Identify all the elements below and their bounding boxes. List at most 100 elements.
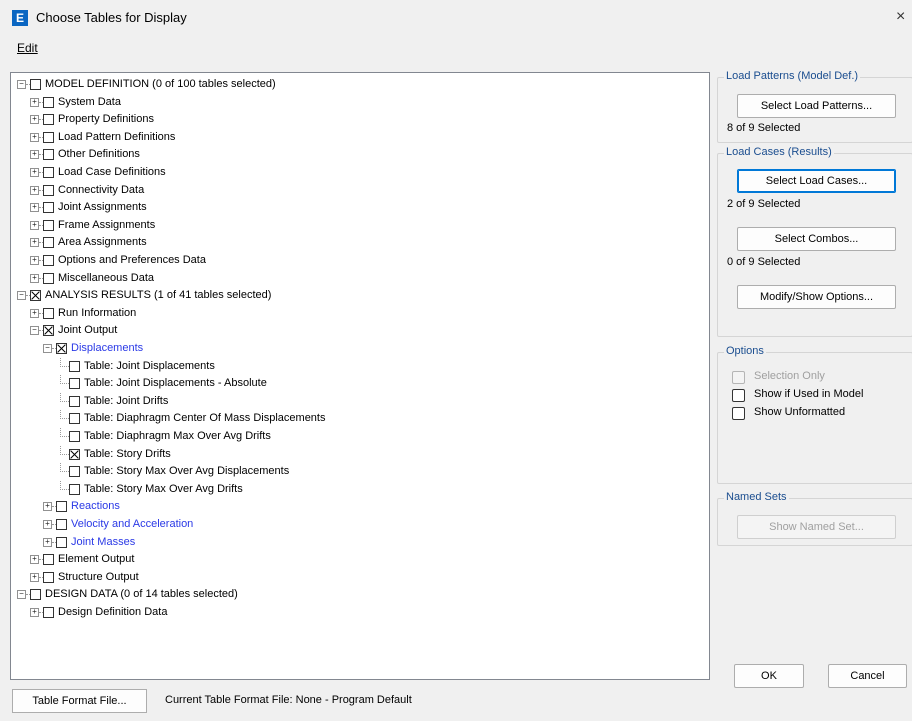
expand-icon[interactable]: + — [30, 185, 39, 195]
tree-node[interactable]: + Joint Assignments — [11, 199, 701, 216]
close-icon[interactable]: × — [896, 8, 905, 26]
modify-show-options-button[interactable]: Modify/Show Options... — [737, 285, 896, 309]
tree-checkbox[interactable] — [43, 325, 54, 337]
tree-checkbox[interactable] — [43, 167, 54, 178]
tree-checkbox[interactable] — [43, 255, 54, 266]
expand-icon[interactable]: + — [30, 273, 39, 283]
tree-node-label: ANALYSIS RESULTS (1 of 41 tables selecte… — [45, 289, 272, 302]
tree-node[interactable]: + Load Case Definitions — [11, 164, 701, 181]
collapse-icon[interactable]: − — [17, 80, 26, 89]
tree-node[interactable]: + Joint Masses — [11, 534, 701, 551]
expand-icon[interactable]: + — [30, 115, 39, 125]
tree-checkbox[interactable] — [69, 360, 80, 372]
tree-node[interactable]: + Structure Output — [11, 569, 701, 586]
tree-node[interactable]: + Options and Preferences Data — [11, 252, 701, 269]
tree-checkbox[interactable] — [43, 131, 54, 143]
expand-icon[interactable]: + — [43, 520, 52, 529]
expand-icon[interactable]: + — [30, 308, 39, 318]
tree-checkbox[interactable] — [56, 519, 67, 530]
tree-node[interactable]: Table: Joint Drifts — [11, 392, 701, 410]
ok-button[interactable]: OK — [734, 664, 804, 688]
collapse-icon[interactable]: − — [17, 590, 26, 600]
tree-node[interactable]: + Frame Assignments — [11, 217, 701, 234]
tree-checkbox[interactable] — [69, 395, 80, 407]
tree-checkbox[interactable] — [43, 184, 54, 196]
tree-checkbox[interactable] — [30, 589, 41, 601]
tree-checkbox[interactable] — [43, 202, 54, 214]
tree-node[interactable]: + Property Definitions — [11, 111, 701, 128]
tree-node[interactable]: + Area Assignments — [11, 234, 701, 251]
table-tree[interactable]: − MODEL DEFINITION (0 of 100 tables selec… — [10, 72, 710, 680]
tree-node[interactable]: + Other Definitions — [11, 146, 701, 163]
collapse-icon[interactable]: − — [30, 326, 39, 336]
tree-checkbox[interactable] — [43, 554, 54, 566]
tree-node[interactable]: Table: Story Max Over Avg Drifts — [11, 480, 701, 498]
tree-node[interactable]: − Joint Output — [11, 322, 701, 339]
tree-checkbox[interactable] — [43, 272, 54, 284]
tree-checkbox[interactable] — [69, 378, 80, 390]
select-load-patterns-button[interactable]: Select Load Patterns... — [737, 94, 896, 118]
tree-checkbox[interactable] — [69, 413, 80, 425]
tree-checkbox[interactable] — [43, 114, 54, 126]
tree-node[interactable]: Table: Joint Displacements - Absolute — [11, 375, 701, 392]
tree-checkbox[interactable] — [56, 536, 67, 548]
tree-node[interactable]: − Displacements — [11, 340, 701, 357]
expand-icon[interactable]: + — [30, 150, 39, 160]
tree-checkbox[interactable] — [30, 79, 41, 90]
tree-checkbox[interactable] — [56, 343, 67, 354]
table-format-file-button[interactable]: Table Format File... — [12, 689, 147, 713]
tree-node[interactable]: + Miscellaneous Data — [11, 270, 701, 287]
tree-node[interactable]: Table: Story Max Over Avg Displacements — [11, 463, 701, 480]
expand-icon[interactable]: + — [30, 256, 39, 265]
tree-connector — [60, 463, 61, 473]
cancel-button[interactable]: Cancel — [828, 664, 907, 688]
tree-checkbox[interactable] — [43, 607, 54, 618]
tree-node[interactable]: Table: Story Drifts — [11, 445, 701, 463]
tree-checkbox[interactable] — [56, 501, 67, 513]
expand-icon[interactable]: + — [30, 608, 39, 617]
expand-icon[interactable]: + — [30, 572, 39, 582]
expand-icon[interactable]: + — [30, 238, 39, 248]
expand-icon[interactable]: + — [30, 97, 39, 107]
tree-node[interactable]: + Run Information — [11, 305, 701, 322]
tree-checkbox[interactable] — [43, 237, 54, 249]
tree-node[interactable]: Table: Joint Displacements — [11, 357, 701, 375]
tree-checkbox[interactable] — [43, 571, 54, 583]
expand-icon[interactable]: + — [30, 203, 39, 213]
tree-checkbox[interactable] — [69, 448, 80, 460]
tree-checkbox[interactable] — [69, 483, 80, 495]
tree-connector — [60, 428, 61, 437]
tree-node[interactable]: + System Data — [11, 94, 701, 111]
tree-node[interactable]: + Connectivity Data — [11, 182, 701, 199]
select-load-cases-button[interactable]: Select Load Cases... — [737, 169, 896, 193]
expand-icon[interactable]: + — [43, 502, 52, 512]
expand-icon[interactable]: + — [30, 132, 39, 142]
tree-node[interactable]: + Reactions — [11, 498, 701, 515]
tree-checkbox[interactable] — [43, 307, 54, 319]
expand-icon[interactable]: + — [30, 168, 39, 177]
expand-icon[interactable]: + — [30, 555, 39, 565]
show-named-set-button[interactable]: Show Named Set... — [737, 515, 896, 539]
tree-node[interactable]: Table: Diaphragm Center Of Mass Displace… — [11, 410, 701, 427]
tree-node-label: MODEL DEFINITION (0 of 100 tables select… — [45, 78, 276, 90]
tree-node[interactable]: + Load Pattern Definitions — [11, 129, 701, 146]
tree-node[interactable]: − MODEL DEFINITION (0 of 100 tables selec… — [11, 76, 701, 93]
tree-checkbox[interactable] — [30, 290, 41, 302]
tree-node[interactable]: − DESIGN DATA (0 of 14 tables selected) — [11, 586, 701, 603]
tree-checkbox[interactable] — [69, 431, 80, 442]
collapse-icon[interactable]: − — [43, 344, 52, 353]
expand-icon[interactable]: + — [43, 537, 52, 547]
tree-checkbox[interactable] — [43, 219, 54, 231]
collapse-icon[interactable]: − — [17, 291, 26, 301]
select-combos-button[interactable]: Select Combos... — [737, 227, 896, 251]
tree-node[interactable]: + Velocity and Acceleration — [11, 516, 701, 533]
tree-node[interactable]: Table: Diaphragm Max Over Avg Drifts — [11, 428, 701, 445]
tree-node[interactable]: − ANALYSIS RESULTS (1 of 41 tables select… — [11, 287, 701, 304]
tree-checkbox[interactable] — [43, 149, 54, 161]
menu-edit[interactable]: Edit — [17, 41, 38, 55]
tree-node[interactable]: + Design Definition Data — [11, 604, 701, 621]
tree-checkbox[interactable] — [69, 466, 80, 478]
tree-node[interactable]: + Element Output — [11, 551, 701, 568]
tree-checkbox[interactable] — [43, 96, 54, 108]
expand-icon[interactable]: + — [30, 220, 39, 230]
